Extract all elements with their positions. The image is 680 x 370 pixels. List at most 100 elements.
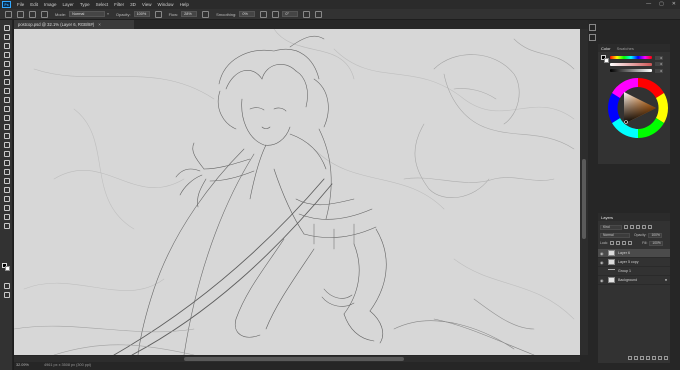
background-swatch[interactable]	[604, 58, 609, 63]
slider-row[interactable]: 0	[610, 55, 668, 60]
brush-preset-icon[interactable]	[29, 10, 36, 18]
new-layer-icon[interactable]	[658, 356, 662, 360]
layer-row[interactable]: ◉ Background ■	[598, 276, 670, 285]
slider-row[interactable]: 0	[610, 62, 668, 67]
vertical-scroll-thumb[interactable]	[582, 159, 586, 239]
tab-swatches[interactable]: Swatches	[614, 46, 637, 51]
gradient-tool-icon[interactable]	[3, 141, 10, 148]
layer-fill-field[interactable]: 100%	[649, 240, 664, 246]
horizontal-scrollbar[interactable]	[14, 356, 580, 362]
link-layers-icon[interactable]	[628, 356, 632, 360]
menu-type[interactable]: Type	[80, 2, 90, 7]
angle-field[interactable]: 0°	[282, 11, 299, 17]
healing-tool-icon[interactable]	[3, 96, 10, 103]
layer-opacity-field[interactable]: 100%	[648, 232, 663, 238]
background-color-swatch[interactable]	[5, 266, 10, 271]
eyedropper-tool-icon[interactable]	[3, 87, 10, 94]
brush-tool-icon[interactable]	[3, 105, 10, 112]
dodge-tool-icon[interactable]	[3, 159, 10, 166]
tab-layers[interactable]: Layers	[598, 215, 616, 220]
lasso-tool-icon[interactable]	[3, 51, 10, 58]
eye-icon[interactable]: ◉	[600, 278, 606, 283]
clone-stamp-tool-icon[interactable]	[3, 114, 10, 121]
adjustment-layer-icon[interactable]	[646, 356, 650, 360]
marquee-tool-icon[interactable]	[3, 42, 10, 49]
lock-transparency-icon[interactable]	[610, 241, 615, 245]
menu-3d[interactable]: 3D	[130, 2, 136, 7]
type-tool-icon[interactable]	[3, 177, 10, 184]
canvas[interactable]	[14, 29, 580, 355]
tab-color[interactable]: Color	[598, 46, 614, 51]
blur-tool-icon[interactable]	[3, 150, 10, 157]
zoom-level[interactable]: 32.09%	[16, 363, 29, 367]
close-button[interactable]: ✕	[672, 1, 676, 7]
menu-filter[interactable]: Filter	[114, 2, 124, 7]
menu-view[interactable]: View	[142, 2, 152, 7]
menu-image[interactable]: Image	[44, 2, 57, 7]
brightness-slider[interactable]	[610, 69, 652, 72]
slider-value[interactable]: 0	[655, 55, 663, 60]
brush-settings-icon[interactable]	[41, 10, 48, 18]
color-wheel[interactable]	[606, 76, 670, 140]
eye-icon[interactable]: ◉	[600, 260, 606, 265]
pressure-size-icon[interactable]	[303, 10, 311, 18]
hue-slider[interactable]	[610, 56, 652, 59]
adjustment-filter-icon[interactable]	[630, 225, 634, 229]
shape-filter-icon[interactable]	[642, 225, 646, 229]
type-filter-icon[interactable]	[636, 225, 640, 229]
lock-all-icon[interactable]	[628, 241, 633, 245]
history-icon[interactable]	[589, 24, 596, 31]
menu-select[interactable]: Select	[96, 2, 109, 7]
layer-row[interactable]: Group 1	[598, 267, 670, 276]
smart-object-filter-icon[interactable]	[648, 225, 652, 229]
minimize-button[interactable]: —	[646, 1, 651, 7]
lock-pixels-icon[interactable]	[616, 241, 621, 245]
saturation-slider[interactable]	[610, 62, 652, 66]
slider-value[interactable]: 0	[655, 62, 663, 66]
layer-row[interactable]: ◉ Layer 5 copy	[598, 258, 670, 267]
path-select-tool-icon[interactable]	[3, 186, 10, 193]
symmetry-icon[interactable]	[315, 10, 323, 18]
maximize-button[interactable]: ▢	[659, 1, 664, 7]
vertical-scrollbar[interactable]	[580, 29, 588, 355]
opacity-field[interactable]: 100%	[133, 11, 150, 17]
mode-select[interactable]: Normal	[69, 11, 106, 17]
menu-help[interactable]: Help	[180, 2, 189, 7]
new-group-icon[interactable]	[652, 356, 656, 360]
pressure-opacity-icon[interactable]	[154, 10, 162, 18]
horizontal-scroll-thumb[interactable]	[184, 357, 404, 361]
quick-select-tool-icon[interactable]	[3, 60, 10, 67]
screen-mode-icon[interactable]	[3, 291, 10, 298]
kind-filter-select[interactable]: Kind	[600, 224, 622, 230]
add-mask-icon[interactable]	[640, 356, 644, 360]
flow-field[interactable]: 28%	[181, 11, 198, 17]
brush-tool-icon[interactable]	[17, 10, 24, 18]
slider-row[interactable]: 0	[610, 68, 668, 73]
history-brush-tool-icon[interactable]	[3, 123, 10, 130]
hand-tool-icon[interactable]	[3, 204, 10, 211]
layer-style-icon[interactable]	[634, 356, 638, 360]
menu-edit[interactable]: Edit	[30, 2, 38, 7]
delete-layer-icon[interactable]	[664, 356, 668, 360]
rectangle-tool-icon[interactable]	[3, 195, 10, 202]
pixel-filter-icon[interactable]	[624, 225, 628, 229]
layer-row[interactable]: ◉ Layer 6	[598, 249, 670, 258]
zoom-tool-icon[interactable]	[3, 213, 10, 220]
frame-tool-icon[interactable]	[3, 78, 10, 85]
home-icon[interactable]	[5, 10, 12, 18]
menu-layer[interactable]: Layer	[63, 2, 74, 7]
eye-icon[interactable]: ◉	[600, 251, 606, 256]
gear-icon[interactable]	[260, 10, 268, 18]
airbrush-icon[interactable]	[202, 10, 210, 18]
properties-icon[interactable]	[589, 34, 596, 41]
quick-mask-icon[interactable]	[3, 282, 10, 289]
eraser-tool-icon[interactable]	[3, 132, 10, 139]
slider-value[interactable]: 0	[655, 68, 663, 73]
close-icon[interactable]: ×	[98, 22, 101, 27]
lock-position-icon[interactable]	[622, 241, 627, 245]
artboard-tool-icon[interactable]	[3, 33, 10, 40]
blend-mode-select[interactable]: Normal	[600, 232, 630, 238]
menu-file[interactable]: File	[17, 2, 24, 7]
move-tool-icon[interactable]	[3, 24, 10, 31]
edit-toolbar-icon[interactable]	[3, 222, 10, 229]
